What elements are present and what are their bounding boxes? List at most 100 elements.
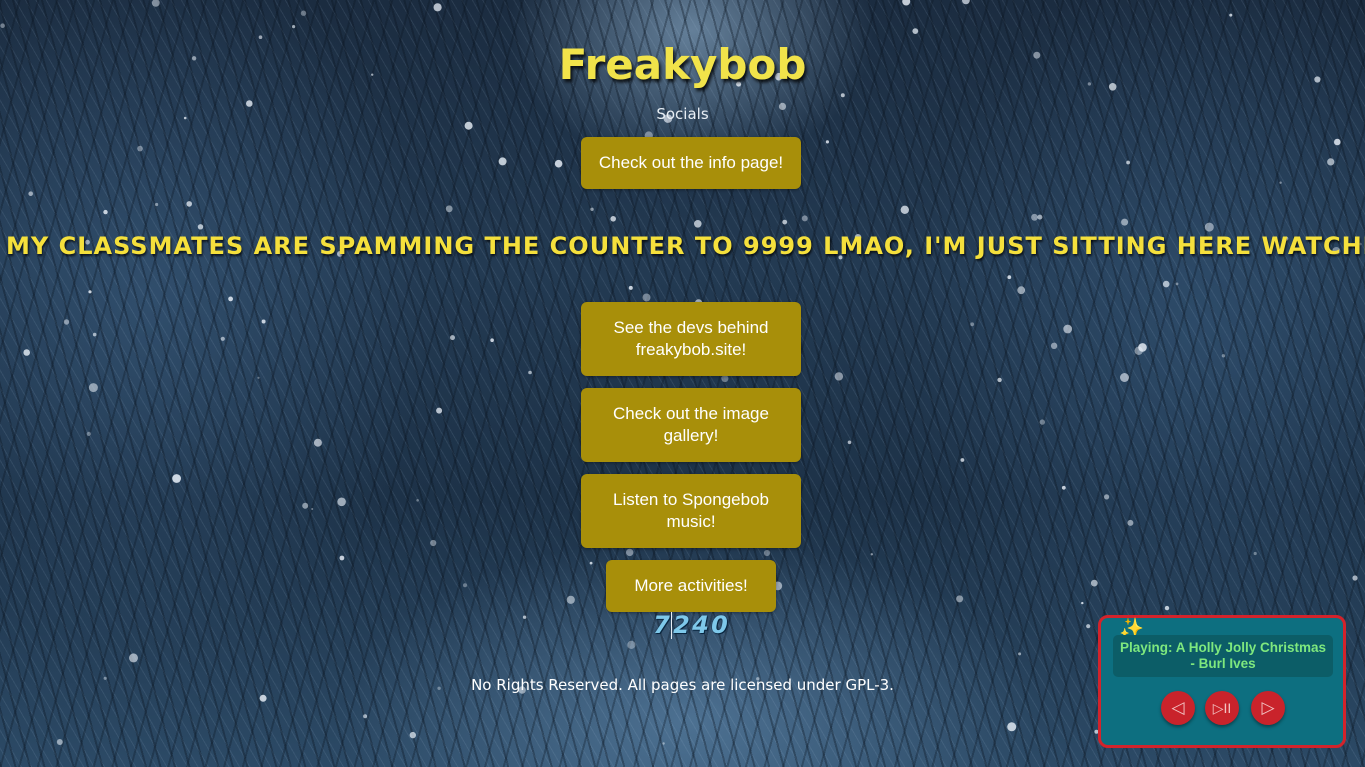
snowflake <box>259 694 267 702</box>
socials-label[interactable]: Socials <box>0 105 1365 123</box>
snowflake <box>1050 342 1058 349</box>
snowflake <box>23 349 31 356</box>
snowflake <box>1134 346 1143 355</box>
snowflake <box>1037 214 1043 220</box>
snowflake <box>825 140 830 144</box>
snowflake <box>1229 13 1233 17</box>
snowflake <box>436 407 443 414</box>
snowflake <box>498 157 507 166</box>
snowflake <box>258 35 263 39</box>
snowflake <box>956 595 964 603</box>
snowflake <box>1175 282 1179 286</box>
snowflake <box>1018 652 1022 656</box>
snowflake <box>172 474 182 483</box>
snowflake <box>870 553 873 556</box>
snowflake <box>1126 160 1130 165</box>
snowflake <box>566 595 575 604</box>
snowflake <box>1007 722 1017 732</box>
snowflake <box>1327 158 1335 166</box>
snowflake <box>1081 601 1084 605</box>
snowflake <box>1162 280 1170 288</box>
snowflake <box>1120 373 1129 382</box>
snowflake <box>151 0 160 7</box>
snowflake <box>694 220 702 228</box>
snowflake <box>721 375 729 383</box>
site-title: Freakybob <box>558 40 807 89</box>
snowflake <box>912 28 919 34</box>
snowflake <box>1104 494 1110 500</box>
snowflake <box>970 322 975 327</box>
snowflake <box>626 548 634 557</box>
snowflake <box>1086 624 1091 629</box>
snowflake <box>430 539 437 547</box>
snowflake <box>155 202 159 207</box>
snowflake <box>1334 138 1341 146</box>
snowflake <box>88 383 98 393</box>
snowflake <box>63 319 70 325</box>
previous-icon: ◁ <box>1171 698 1185 717</box>
snowflake <box>1090 579 1098 587</box>
snowflake <box>801 215 808 222</box>
play-pause-icon: ▷II <box>1212 700 1232 716</box>
devs-page-button[interactable]: See the devs behind freakybob.site! <box>581 302 801 376</box>
snowflake <box>1352 575 1358 581</box>
snowflake <box>627 640 636 650</box>
snowflake <box>129 653 138 663</box>
snowflake <box>1031 213 1038 221</box>
snowflake <box>1063 324 1073 334</box>
snowflake <box>960 458 965 462</box>
snowflake <box>1138 343 1147 352</box>
spongebob-music-button[interactable]: Listen to Spongebob music! <box>581 474 801 548</box>
snowflake <box>1221 354 1226 358</box>
previous-track-button[interactable]: ◁ <box>1161 691 1195 725</box>
snowflake <box>590 207 594 211</box>
snowflake <box>628 285 633 290</box>
snowflake <box>86 431 91 436</box>
info-page-button[interactable]: Check out the info page! <box>581 137 801 189</box>
snowflake <box>522 615 527 619</box>
snowflake <box>186 201 192 207</box>
snowflake <box>220 336 225 341</box>
snowflake <box>1017 286 1026 295</box>
next-icon: ▷ <box>1261 698 1275 717</box>
counter-digit: 0 <box>711 611 728 639</box>
snowflake <box>0 23 5 29</box>
snowflake <box>962 0 970 5</box>
snowflake <box>662 742 665 745</box>
counter-digit: 2 <box>671 612 691 639</box>
snowflake <box>1127 519 1134 526</box>
counter-digit: 7 <box>653 611 670 639</box>
snowflake <box>28 191 33 196</box>
snowflake <box>490 338 494 343</box>
more-activities-button[interactable]: More activities! <box>606 560 776 612</box>
snowflake <box>763 549 771 557</box>
snowflake <box>782 219 788 225</box>
marquee-text: MY CLASSMATES ARE SPAMMING THE COUNTER T… <box>6 232 1365 260</box>
snowflake <box>610 216 616 222</box>
snowflake <box>302 502 309 509</box>
next-track-button[interactable]: ▷ <box>1251 691 1285 725</box>
snowflake <box>339 555 345 561</box>
snowflake <box>1061 485 1066 490</box>
snowflake <box>589 561 593 565</box>
snowflake <box>416 499 419 502</box>
snowflake <box>1164 605 1170 611</box>
snowflake <box>292 25 296 29</box>
marquee-banner: MY CLASSMATES ARE SPAMMING THE COUNTER T… <box>0 230 1365 270</box>
snowflake <box>257 376 260 379</box>
snowflake <box>528 370 532 375</box>
snowflake <box>1253 551 1257 556</box>
snowflake <box>92 332 97 337</box>
snowflake <box>902 0 911 6</box>
snowflake <box>363 714 368 719</box>
snowflake <box>847 440 852 445</box>
snowflake <box>409 731 416 739</box>
snowflake <box>197 224 204 230</box>
music-player: ✨ Playing: A Holly Jolly Christmas - Bur… <box>1098 615 1346 748</box>
gallery-button[interactable]: Check out the image gallery! <box>581 388 801 462</box>
play-pause-button[interactable]: ▷II <box>1205 691 1239 725</box>
snowflake <box>313 438 322 447</box>
snowflake <box>261 319 266 324</box>
now-playing-label: Playing: A Holly Jolly Christmas - Burl … <box>1113 635 1333 677</box>
snowflake <box>445 205 453 213</box>
